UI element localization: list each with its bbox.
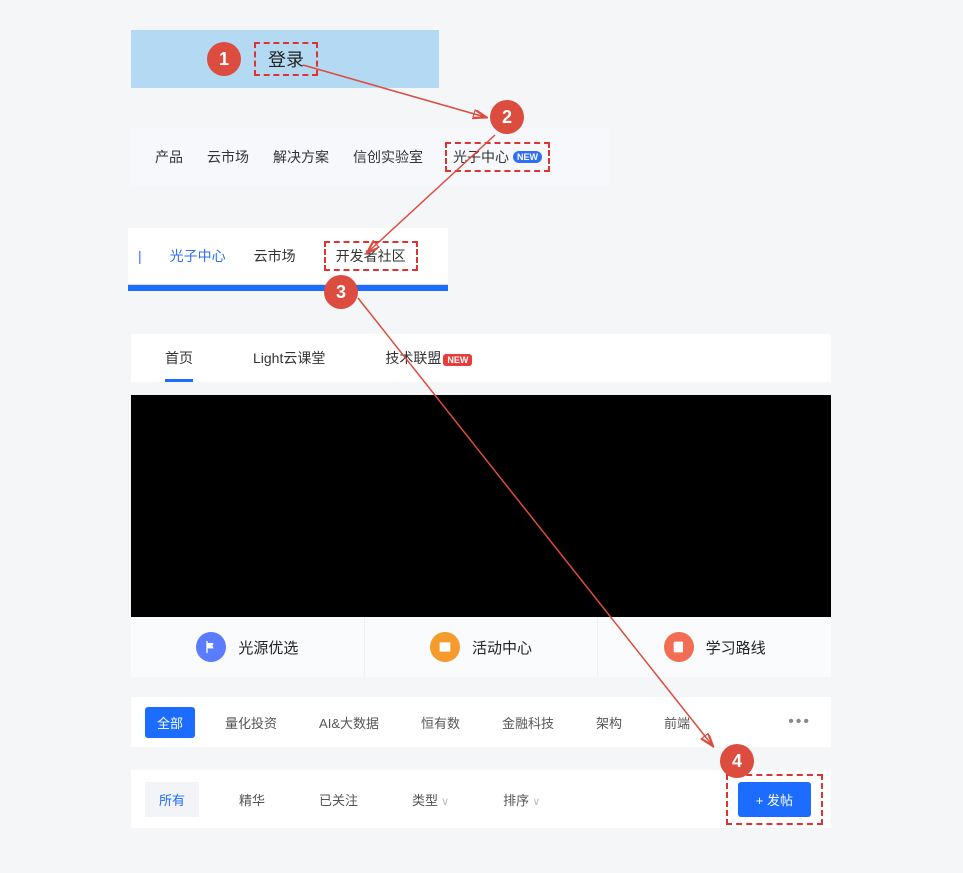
post-button-highlight: + 发帖 xyxy=(726,774,823,825)
filter2-type-dropdown[interactable]: 类型 xyxy=(398,782,463,817)
filter-frontend[interactable]: 前端 xyxy=(652,707,702,738)
nav-solutions[interactable]: 解决方案 xyxy=(271,143,331,171)
sub-nav: | 光子中心 云市场 开发者社区 xyxy=(128,228,448,284)
quicklink-lightsource[interactable]: 光源优选 xyxy=(131,617,365,677)
filter-arch[interactable]: 架构 xyxy=(584,707,634,738)
flag-icon xyxy=(196,632,226,662)
hero-banner xyxy=(131,395,831,617)
quicklink-activity[interactable]: 活动中心 xyxy=(365,617,599,677)
post-filters: 所有 精华 已关注 类型 排序 + 发帖 xyxy=(131,770,831,828)
nav-xinchuang[interactable]: 信创实验室 xyxy=(351,143,425,171)
step-badge-4: 4 xyxy=(720,744,754,778)
subnav-underline xyxy=(128,284,448,291)
filter-ai[interactable]: AI&大数据 xyxy=(307,707,391,738)
nav-photon-center[interactable]: 光子中心 NEW xyxy=(445,142,550,172)
quicklink-lightsource-label: 光源优选 xyxy=(238,637,298,658)
filter2-essence[interactable]: 精华 xyxy=(225,782,279,817)
filter2-sort-dropdown[interactable]: 排序 xyxy=(489,782,554,817)
main-nav: 产品 云市场 解决方案 信创实验室 光子中心 NEW xyxy=(131,128,610,186)
new-badge-icon: NEW xyxy=(513,151,542,163)
tab-alliance-label: 技术联盟 xyxy=(385,350,441,366)
subnav-dev-community[interactable]: 开发者社区 xyxy=(324,241,418,271)
step-badge-3: 3 xyxy=(324,275,358,309)
nav-separator-icon: | xyxy=(138,248,142,264)
login-button[interactable]: 登录 xyxy=(254,42,318,76)
book-icon xyxy=(664,632,694,662)
nav-market[interactable]: 云市场 xyxy=(205,143,251,171)
step-badge-2: 2 xyxy=(490,100,524,134)
new-post-button[interactable]: + 发帖 xyxy=(738,782,811,817)
quicklink-learning[interactable]: 学习路线 xyxy=(598,617,831,677)
tab-tech-alliance[interactable]: 技术联盟NEW xyxy=(385,336,472,380)
more-icon[interactable]: ••• xyxy=(788,713,811,731)
filter-hys[interactable]: 恒有数 xyxy=(409,707,472,738)
login-banner: 登录 xyxy=(131,30,439,88)
subnav-market[interactable]: 云市场 xyxy=(254,246,296,266)
filter-fintech[interactable]: 金融科技 xyxy=(490,707,566,738)
nav-product[interactable]: 产品 xyxy=(153,143,185,171)
subnav-photon[interactable]: 光子中心 xyxy=(170,246,226,266)
category-filters: 全部 量化投资 AI&大数据 恒有数 金融科技 架构 前端 ••• xyxy=(131,697,831,747)
tab-cloud-classroom[interactable]: Light云课堂 xyxy=(253,336,325,380)
tab-home[interactable]: 首页 xyxy=(165,336,193,380)
new-badge-red-icon: NEW xyxy=(443,354,472,366)
filter2-followed[interactable]: 已关注 xyxy=(305,782,372,817)
nav-photon-label: 光子中心 xyxy=(453,147,509,167)
filter-quant[interactable]: 量化投资 xyxy=(213,707,289,738)
filter2-all[interactable]: 所有 xyxy=(145,782,199,817)
step-badge-1: 1 xyxy=(207,42,241,76)
quicklink-learning-label: 学习路线 xyxy=(706,637,766,658)
filter-all[interactable]: 全部 xyxy=(145,707,195,738)
quicklink-activity-label: 活动中心 xyxy=(472,637,532,658)
calendar-icon xyxy=(430,632,460,662)
community-tabs: 首页 Light云课堂 技术联盟NEW xyxy=(131,334,831,382)
quick-links: 光源优选 活动中心 学习路线 xyxy=(131,617,831,677)
